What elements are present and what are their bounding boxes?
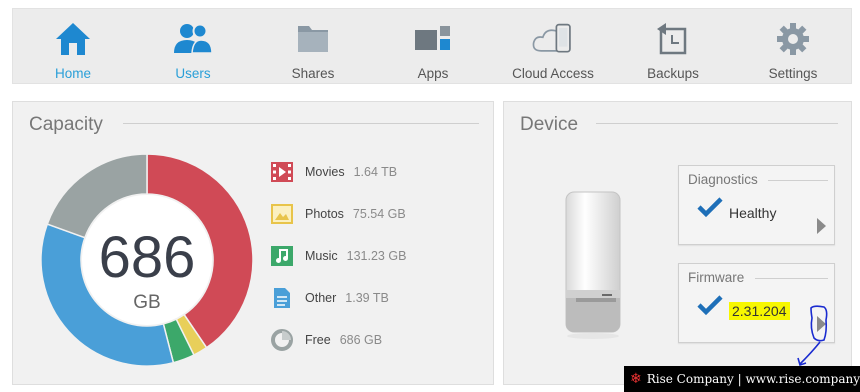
apps-icon: [411, 19, 455, 59]
capacity-donut: 686 GB: [39, 152, 255, 368]
diagnostics-value: Healthy: [729, 205, 777, 221]
legend-name: Free: [305, 333, 331, 347]
legend-item-photos: Photos 75.54 GB: [271, 202, 471, 226]
device-divider: [596, 123, 838, 124]
gear-icon: [771, 19, 815, 59]
nav-home[interactable]: Home: [13, 9, 133, 83]
movie-icon: [271, 161, 293, 183]
capacity-total-value: 686: [98, 225, 196, 290]
nav-settings[interactable]: Settings: [733, 9, 853, 83]
legend-value: 1.64 TB: [353, 165, 398, 179]
nav-home-label: Home: [54, 66, 91, 81]
legend-name: Other: [305, 291, 337, 305]
legend-value: 686 GB: [339, 333, 383, 347]
main-nav: Home Users Shares Apps Cloud Access Back…: [12, 8, 852, 84]
check-icon: [697, 294, 723, 321]
users-icon: [171, 19, 215, 59]
firmware-card[interactable]: Firmware 2.31.204: [678, 263, 835, 343]
firmware-divider: [755, 278, 828, 279]
capacity-divider: [123, 123, 479, 124]
legend-value: 1.39 TB: [345, 291, 389, 305]
firmware-arrow-icon[interactable]: [817, 316, 826, 332]
device-panel: Device Diagnostics Healthy Firmware 2.31…: [503, 101, 852, 385]
legend-item-other: Other 1.39 TB: [271, 286, 471, 310]
legend-name: Photos: [305, 207, 344, 221]
nav-backups-label: Backups: [647, 66, 699, 81]
legend-value: 75.54 GB: [352, 207, 406, 221]
diagnostics-divider: [768, 180, 828, 181]
nav-users[interactable]: Users: [133, 9, 253, 83]
watermark-text: Rise Company | www.rise.company: [646, 372, 860, 386]
capacity-total-unit: GB: [133, 292, 161, 313]
document-icon: [271, 287, 293, 309]
pie-icon: [271, 329, 293, 351]
nav-cloud-access[interactable]: Cloud Access: [493, 9, 613, 83]
capacity-panel: Capacity 686 GB Movies 1.64 TB Photos 75…: [12, 101, 494, 385]
home-icon: [51, 19, 95, 59]
music-icon: [271, 245, 293, 267]
diagnostics-arrow-icon[interactable]: [817, 218, 826, 234]
nav-cloud-access-label: Cloud Access: [512, 66, 594, 81]
photo-icon: [271, 203, 293, 225]
nav-shares-label: Shares: [291, 66, 335, 81]
firmware-value: 2.31.204: [729, 302, 790, 320]
firmware-title: Firmware: [688, 270, 745, 285]
legend-item-movies: Movies 1.64 TB: [271, 160, 471, 184]
nav-apps-label: Apps: [417, 66, 449, 81]
nav-users-label: Users: [175, 66, 211, 81]
diagnostics-card[interactable]: Diagnostics Healthy: [678, 165, 835, 245]
capacity-title: Capacity: [29, 114, 103, 135]
backup-icon: [651, 19, 695, 59]
folder-icon: [291, 19, 335, 59]
legend-value: 131.23 GB: [346, 249, 407, 263]
nav-shares[interactable]: Shares: [253, 9, 373, 83]
nav-settings-label: Settings: [768, 66, 818, 81]
check-icon: [697, 196, 723, 223]
legend-name: Movies: [305, 165, 345, 179]
device-title: Device: [520, 114, 579, 135]
logo-icon: ❄: [630, 371, 642, 387]
firmware-version-highlight: 2.31.204: [729, 302, 790, 320]
legend-name: Music: [305, 249, 338, 263]
legend-item-free: Free 686 GB: [271, 328, 471, 352]
cloud-device-icon: [531, 19, 575, 59]
watermark: ❄ Rise Company | www.rise.company: [624, 366, 860, 392]
diagnostics-title: Diagnostics: [688, 172, 758, 187]
nas-device-image: [562, 190, 624, 345]
nav-apps[interactable]: Apps: [373, 9, 493, 83]
nav-backups[interactable]: Backups: [613, 9, 733, 83]
legend-item-music: Music 131.23 GB: [271, 244, 471, 268]
